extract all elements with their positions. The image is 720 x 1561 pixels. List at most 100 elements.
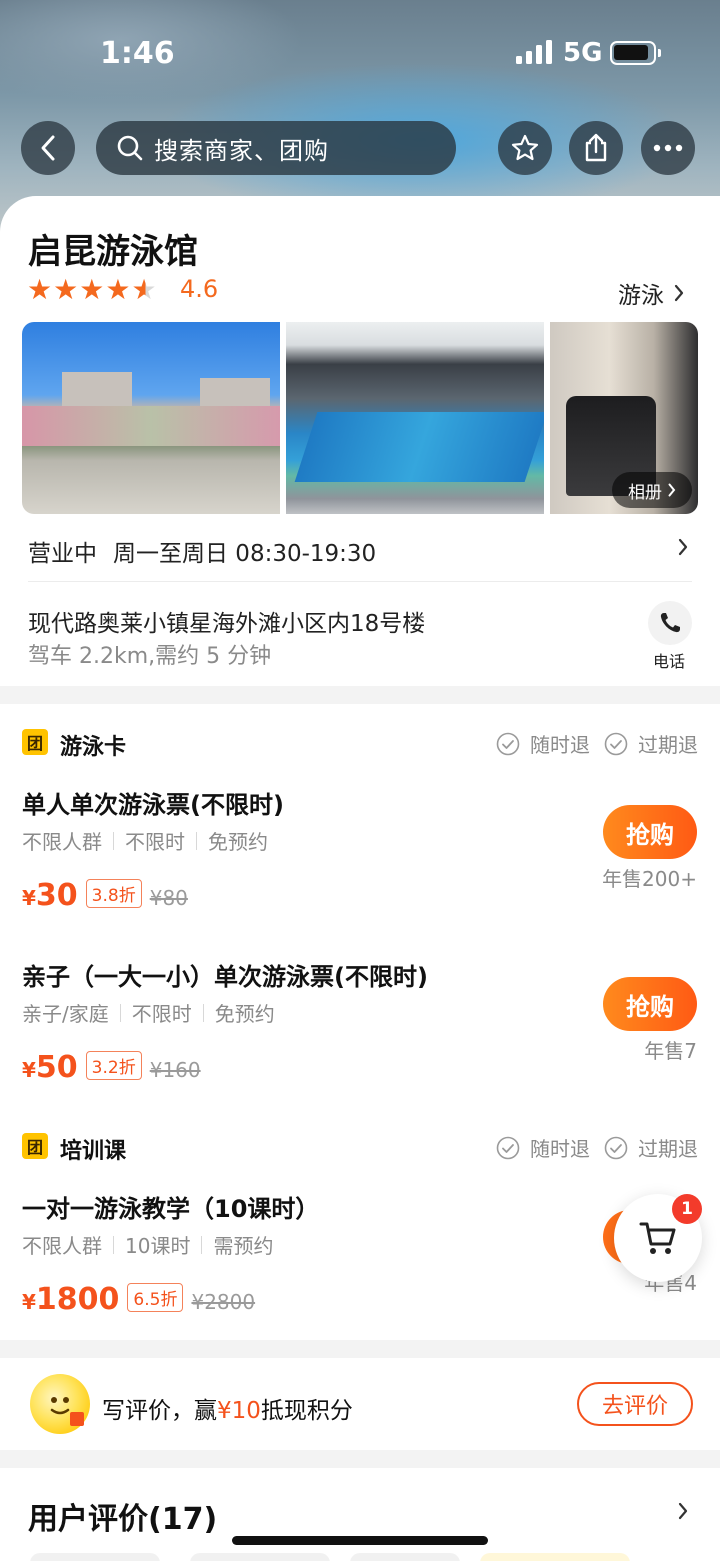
star-outline-icon	[511, 134, 539, 161]
check-circle-icon	[604, 732, 628, 755]
deal-title[interactable]: 单人单次游泳票(不限时)	[22, 785, 284, 820]
more-icon	[653, 144, 683, 152]
check-circle-icon	[604, 1136, 628, 1159]
business-status: 营业中	[28, 541, 97, 567]
deal-tag: 不限人群	[22, 1234, 102, 1258]
half-star-icon: ★	[131, 273, 157, 306]
promo-text-before: 写评价，赢	[102, 1398, 217, 1424]
search-input[interactable]: 搜索商家、团购	[96, 121, 456, 175]
signal-icon	[516, 40, 552, 64]
deal-price: ¥ 1800 6.5折 ¥2800	[22, 1282, 255, 1317]
deal-title[interactable]: 一对一游泳教学（10课时）	[22, 1189, 319, 1224]
discount-badge: 6.5折	[127, 1283, 184, 1312]
deal-tag: 不限人群	[22, 830, 102, 854]
original-price: ¥80	[149, 886, 188, 910]
section-title-swim-card: 游泳卡	[60, 735, 127, 760]
chevron-right-icon	[668, 483, 676, 497]
review-filter-chip[interactable]	[30, 1553, 160, 1561]
promo-highlight: ¥10	[217, 1398, 261, 1424]
chevron-right-icon	[674, 284, 684, 302]
review-promo-text: 写评价，赢¥10抵现积分	[102, 1391, 353, 1425]
policy-label: 过期退	[638, 733, 698, 757]
sold-count: 年售200+	[602, 867, 697, 891]
album-label: 相册	[628, 482, 662, 503]
cart-icon	[639, 1222, 676, 1254]
deal-tags: 不限人群 不限时 免预约	[22, 826, 268, 855]
deal-tag: 需预约	[213, 1234, 274, 1258]
back-button[interactable]	[21, 121, 75, 175]
drive-info: 驾车 2.2km,需约 5 分钟	[28, 644, 272, 669]
shop-name: 启昆游泳馆	[28, 232, 198, 272]
review-filter-chip[interactable]	[190, 1553, 330, 1561]
currency-symbol: ¥	[22, 886, 36, 910]
promo-text-after: 抵现积分	[260, 1398, 353, 1424]
currency-symbol: ¥	[22, 1290, 36, 1314]
deal-tags: 亲子/家庭 不限时 免预约	[22, 998, 275, 1027]
star-icon: ★	[105, 273, 131, 306]
business-hours-row[interactable]: 营业中 周一至周日 08:30-19:30	[28, 534, 376, 568]
deal-price: ¥ 30 3.8折 ¥80	[22, 878, 188, 913]
divider	[28, 581, 692, 582]
section-title-training: 培训课	[60, 1139, 127, 1164]
buy-button[interactable]: 抢购	[603, 977, 697, 1031]
original-price: ¥160	[149, 1058, 201, 1082]
deal-tag: 10课时	[125, 1234, 191, 1258]
check-circle-icon	[496, 732, 520, 755]
group-buy-badge: 团	[22, 729, 48, 755]
home-indicator	[232, 1536, 488, 1545]
original-price: ¥2800	[191, 1290, 256, 1314]
cart-count-badge: 1	[672, 1194, 702, 1224]
policy-refund-anytime: 随时退	[496, 1133, 590, 1162]
search-icon	[117, 135, 143, 161]
review-filter-chip[interactable]	[350, 1553, 460, 1561]
deal-tags: 不限人群 10课时 需预约	[22, 1230, 273, 1259]
policy-label: 过期退	[638, 1137, 698, 1161]
shop-address[interactable]: 现代路奥莱小镇星海外滩小区内18号楼	[28, 604, 425, 638]
more-button[interactable]	[641, 121, 695, 175]
policy-refund-expired: 过期退	[604, 1133, 698, 1162]
policy-label: 随时退	[530, 733, 590, 757]
mascot-icon	[30, 1374, 90, 1434]
category-label: 游泳	[618, 283, 664, 309]
check-circle-icon	[496, 1136, 520, 1159]
phone-icon	[660, 613, 680, 633]
battery-icon	[610, 41, 661, 65]
shop-photo-exterior[interactable]	[22, 322, 280, 514]
chevron-right-icon[interactable]	[678, 1502, 688, 1520]
share-icon	[585, 133, 607, 162]
status-bar: 1:46 5G	[0, 0, 720, 100]
star-icon: ★	[53, 273, 79, 306]
discount-badge: 3.2折	[85, 1051, 142, 1080]
business-hours: 周一至周日 08:30-19:30	[113, 541, 377, 567]
phone-button[interactable]	[648, 601, 692, 645]
deal-title[interactable]: 亲子（一大一小）单次游泳票(不限时)	[22, 957, 428, 992]
favorite-button[interactable]	[498, 121, 552, 175]
rating-score: 4.6	[180, 275, 219, 303]
category-link[interactable]: 游泳	[618, 276, 684, 310]
policy-refund-expired: 过期退	[604, 729, 698, 758]
review-filter-chip[interactable]	[480, 1553, 630, 1561]
phone-label: 电话	[653, 652, 686, 671]
star-icon: ★	[79, 273, 105, 306]
reviews-title[interactable]: 用户评价(17)	[28, 1494, 217, 1538]
deal-tag: 免预约	[214, 1002, 275, 1026]
price-value: 1800	[35, 1282, 120, 1317]
discount-badge: 3.8折	[85, 879, 142, 908]
search-placeholder: 搜索商家、团购	[154, 136, 329, 165]
write-review-button[interactable]: 去评价	[577, 1382, 693, 1426]
shop-photo-pool[interactable]	[286, 322, 544, 514]
policy-label: 随时退	[530, 1137, 590, 1161]
sold-count: 年售7	[644, 1039, 697, 1063]
star-icon: ★	[27, 273, 53, 306]
share-button[interactable]	[569, 121, 623, 175]
buy-button[interactable]: 抢购	[603, 805, 697, 859]
deal-price: ¥ 50 3.2折 ¥160	[22, 1050, 201, 1085]
deal-tag: 亲子/家庭	[22, 1002, 109, 1026]
price-value: 50	[35, 1050, 78, 1085]
group-buy-badge: 团	[22, 1133, 48, 1159]
album-button[interactable]: 相册	[612, 472, 692, 508]
deal-tag: 不限时	[125, 830, 185, 854]
deal-tag: 不限时	[131, 1002, 192, 1026]
deal-tag: 免预约	[208, 830, 268, 854]
chevron-right-icon	[678, 538, 688, 556]
